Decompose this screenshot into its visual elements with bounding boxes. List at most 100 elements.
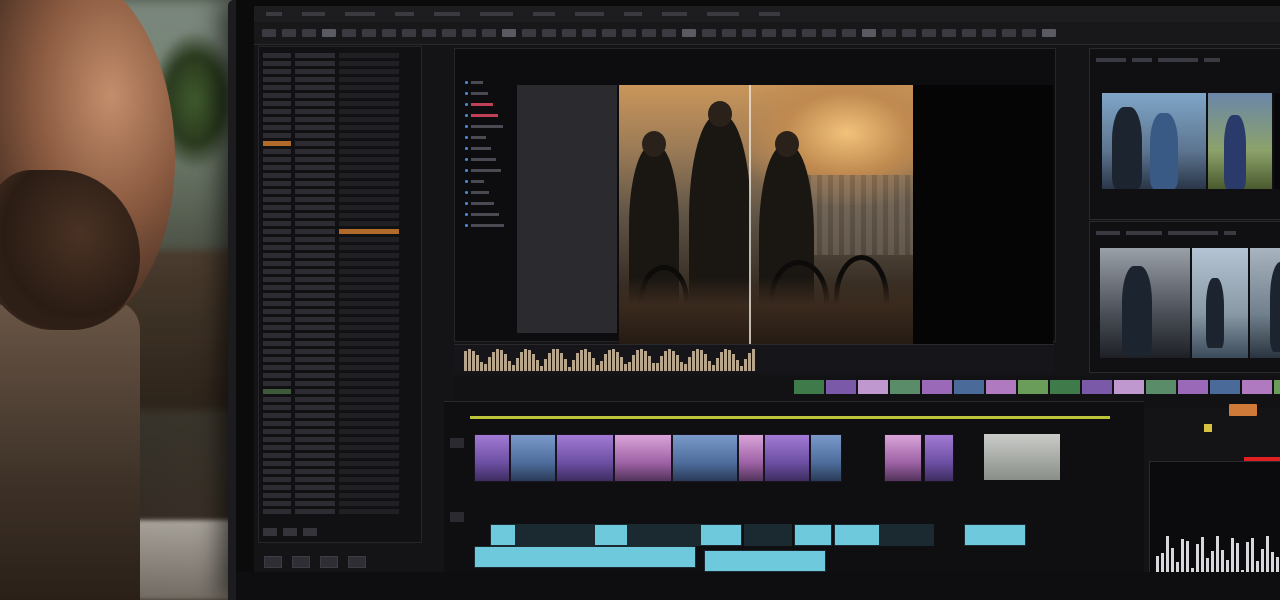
toolbar-button[interactable] <box>982 29 996 37</box>
media-list-row[interactable] <box>263 333 417 338</box>
toolbar-button[interactable] <box>622 29 636 37</box>
overview-clip[interactable] <box>1146 380 1176 394</box>
grid-view-button[interactable] <box>283 528 297 536</box>
toolbar-button[interactable] <box>582 29 596 37</box>
media-list-row[interactable] <box>263 77 417 82</box>
menu-item[interactable] <box>662 12 687 16</box>
media-list-row[interactable] <box>263 317 417 322</box>
toolbar-button[interactable] <box>922 29 936 37</box>
media-list-row[interactable] <box>263 469 417 474</box>
overview-clip[interactable] <box>1178 380 1208 394</box>
toolbar-button[interactable] <box>502 29 516 37</box>
media-list-row[interactable] <box>263 197 417 202</box>
effects-tree-item[interactable] <box>465 145 515 151</box>
effects-tree-item[interactable] <box>465 189 515 195</box>
media-list-row[interactable] <box>263 413 417 418</box>
toolbar-button[interactable] <box>282 29 296 37</box>
overview-clip[interactable] <box>986 380 1016 394</box>
audio-clip[interactable] <box>594 524 628 546</box>
toolbar-button[interactable] <box>402 29 416 37</box>
audio-waveform-strip[interactable] <box>454 344 1054 373</box>
toolbar-button[interactable] <box>542 29 556 37</box>
media-list-row[interactable] <box>263 165 417 170</box>
effects-tree-item[interactable] <box>465 79 515 85</box>
media-list-row[interactable] <box>263 109 417 114</box>
video-clip[interactable] <box>510 434 556 482</box>
media-list-row[interactable] <box>263 389 417 394</box>
clip-thumbnail[interactable] <box>1250 248 1280 358</box>
toolbar-button[interactable] <box>522 29 536 37</box>
media-list-row[interactable] <box>263 277 417 282</box>
video-clip[interactable] <box>924 434 954 482</box>
media-list-row[interactable] <box>263 365 417 370</box>
clip-thumbnail[interactable] <box>1192 248 1248 358</box>
toolbar-button[interactable] <box>902 29 916 37</box>
effects-tree-item[interactable] <box>465 200 515 206</box>
marker-flag[interactable] <box>1204 424 1212 432</box>
menu-item[interactable] <box>302 12 325 16</box>
toolbar-button[interactable] <box>842 29 856 37</box>
track-header-a1[interactable] <box>450 512 464 522</box>
toolbar-button[interactable] <box>802 29 816 37</box>
effects-tree-item[interactable] <box>465 101 515 107</box>
overview-clip[interactable] <box>858 380 888 394</box>
audio-clip[interactable] <box>834 524 880 546</box>
effects-tree-item[interactable] <box>465 178 515 184</box>
effects-tree-item[interactable] <box>465 167 515 173</box>
media-list-row[interactable] <box>263 149 417 154</box>
play-icon[interactable] <box>264 556 282 568</box>
toolbar-button[interactable] <box>682 29 696 37</box>
media-list-row[interactable] <box>263 341 417 346</box>
media-list-row[interactable] <box>263 141 417 146</box>
toolbar-button[interactable] <box>862 29 876 37</box>
overview-clip[interactable] <box>1018 380 1048 394</box>
toolbar-button[interactable] <box>1002 29 1016 37</box>
media-list-row[interactable] <box>263 485 417 490</box>
effects-tree-item[interactable] <box>465 134 515 140</box>
media-list-row[interactable] <box>263 429 417 434</box>
media-list-row[interactable] <box>263 285 417 290</box>
media-list-row[interactable] <box>263 101 417 106</box>
audio-clip[interactable] <box>794 524 832 546</box>
skip-icon[interactable] <box>348 556 366 568</box>
media-list-row[interactable] <box>263 125 417 130</box>
toolbar-button[interactable] <box>882 29 896 37</box>
menu-item[interactable] <box>707 12 739 16</box>
toolbar-button[interactable] <box>262 29 276 37</box>
effects-tree-item[interactable] <box>465 112 515 118</box>
overview-clip[interactable] <box>1242 380 1272 394</box>
toolbar-button[interactable] <box>822 29 836 37</box>
media-list-row[interactable] <box>263 93 417 98</box>
media-list-row[interactable] <box>263 325 417 330</box>
media-list-row[interactable] <box>263 357 417 362</box>
video-clip[interactable] <box>672 434 738 482</box>
toolbar-button[interactable] <box>1022 29 1036 37</box>
menu-item[interactable] <box>533 12 555 16</box>
media-list-row[interactable] <box>263 237 417 242</box>
source-thumbnail[interactable] <box>1102 93 1206 189</box>
video-clip[interactable] <box>810 434 842 482</box>
overview-clip[interactable] <box>954 380 984 394</box>
overview-clip[interactable] <box>794 380 824 394</box>
audio-clip[interactable] <box>490 524 516 546</box>
toolbar-button[interactable] <box>342 29 356 37</box>
toolbar-button[interactable] <box>942 29 956 37</box>
media-list-row[interactable] <box>263 69 417 74</box>
menu-item[interactable] <box>575 12 604 16</box>
media-list-row[interactable] <box>263 373 417 378</box>
toolbar-button[interactable] <box>302 29 316 37</box>
toolbar-button[interactable] <box>662 29 676 37</box>
clip-thumbnail[interactable] <box>1100 248 1190 358</box>
menu-item[interactable] <box>395 12 414 16</box>
media-list-row[interactable] <box>263 381 417 386</box>
media-list-row[interactable] <box>263 181 417 186</box>
menu-item[interactable] <box>624 12 642 16</box>
media-list-row[interactable] <box>263 133 417 138</box>
video-clip[interactable] <box>474 434 510 482</box>
effects-tree-item[interactable] <box>465 90 515 96</box>
media-list-row[interactable] <box>263 405 417 410</box>
media-list-row[interactable] <box>263 245 417 250</box>
toolbar-button[interactable] <box>322 29 336 37</box>
audio-clip[interactable] <box>700 524 742 546</box>
source-thumbnail[interactable] <box>1208 93 1272 189</box>
